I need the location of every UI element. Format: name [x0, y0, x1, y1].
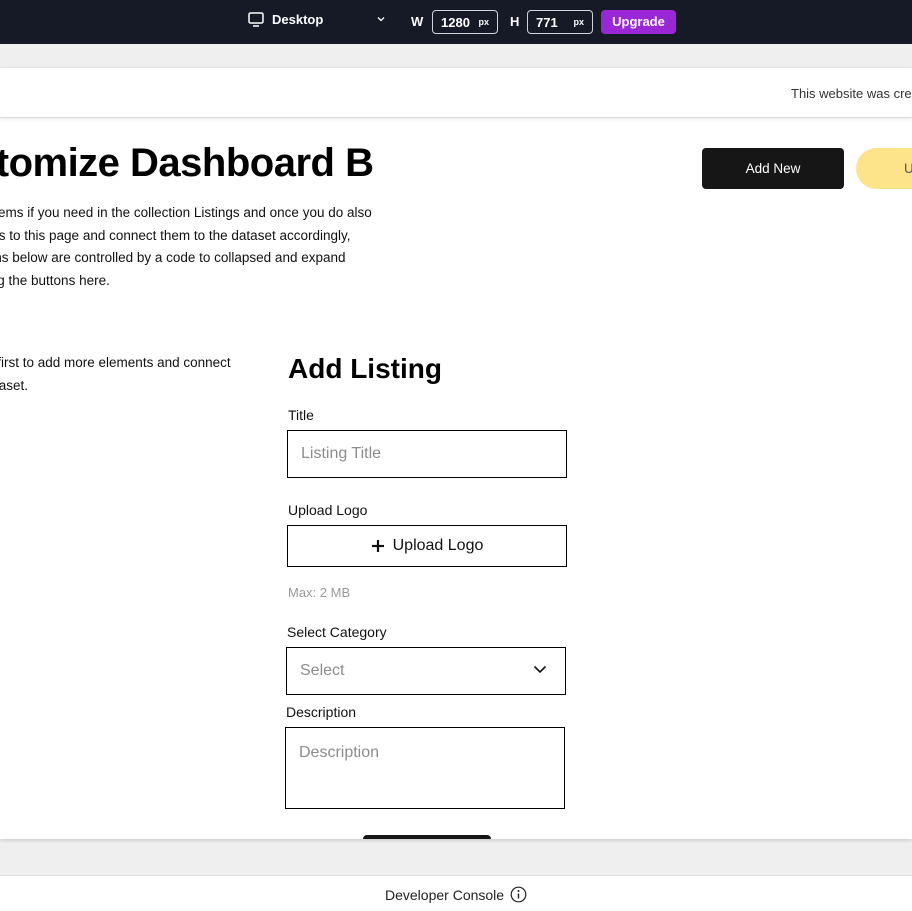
- editor-canvas: This website was cre stomize Dashboard B…: [0, 44, 912, 875]
- listing-title-input[interactable]: Listing Title: [287, 430, 567, 478]
- intro-line: king the buttons here.: [0, 272, 110, 288]
- form-title: Add Listing: [288, 353, 442, 384]
- height-input[interactable]: 771 px: [527, 10, 593, 34]
- banner-text: This website was cre: [791, 86, 912, 101]
- max-size-hint: Max: 2 MB: [288, 585, 351, 600]
- site-page-preview: This website was cre stomize Dashboard B…: [0, 68, 912, 839]
- intro-line: e items if you need in the collection Li…: [0, 205, 372, 220]
- page-title: stomize Dashboard B: [0, 141, 374, 185]
- upload-logo-label: Upload Logo: [288, 502, 368, 518]
- upgrade-button[interactable]: Upgrade: [601, 10, 676, 34]
- description-label: Description: [286, 704, 357, 720]
- height-value: 771: [536, 15, 558, 30]
- chevron-down-icon: [533, 665, 547, 674]
- height-unit: px: [573, 17, 584, 27]
- upload-logo-button-label: Upload Logo: [392, 537, 484, 554]
- category-select-value: Select: [300, 662, 345, 679]
- description-textarea[interactable]: Description: [285, 727, 565, 809]
- developer-console-toggle[interactable]: Developer Console: [385, 886, 527, 903]
- device-label: Desktop: [272, 12, 324, 27]
- side-note-line: dataset.: [0, 377, 29, 393]
- width-unit: px: [478, 17, 489, 27]
- description-placeholder: Description: [299, 744, 380, 761]
- chevron-down-icon[interactable]: [376, 14, 386, 24]
- width-value: 1280: [441, 15, 470, 30]
- plus-icon: [371, 540, 384, 552]
- category-select[interactable]: Select: [286, 647, 566, 695]
- intro-paragraph: e items if you need in the collection Li…: [0, 202, 420, 292]
- site-banner: This website was cre: [0, 68, 912, 118]
- side-note-paragraph: ck first to add more elements and connec…: [0, 352, 231, 397]
- editor-top-bar: Desktop W 1280 px H 771 px Upgrade: [0, 0, 912, 44]
- height-label: H: [510, 14, 520, 29]
- title-field-label: Title: [288, 407, 314, 423]
- device-selector[interactable]: Desktop: [248, 12, 323, 27]
- monitor-icon: [248, 12, 264, 27]
- add-new-button[interactable]: Add New: [702, 148, 844, 189]
- submit-button[interactable]: [363, 835, 491, 839]
- intro-line: ents to this page and connect them to th…: [0, 227, 351, 243]
- category-label: Select Category: [287, 624, 387, 640]
- intro-line: tions below are controlled by a code to …: [0, 250, 346, 265]
- secondary-pill-button[interactable]: U: [856, 148, 912, 189]
- width-input[interactable]: 1280 px: [432, 10, 498, 34]
- info-icon[interactable]: [510, 886, 527, 903]
- upload-logo-button[interactable]: Upload Logo: [287, 525, 567, 567]
- listing-title-placeholder: Listing Title: [301, 445, 382, 462]
- developer-console-label: Developer Console: [385, 886, 505, 903]
- developer-console-bar[interactable]: Developer Console: [0, 875, 912, 911]
- width-label: W: [411, 14, 424, 29]
- side-note-line: ck first to add more elements and connec…: [0, 355, 231, 370]
